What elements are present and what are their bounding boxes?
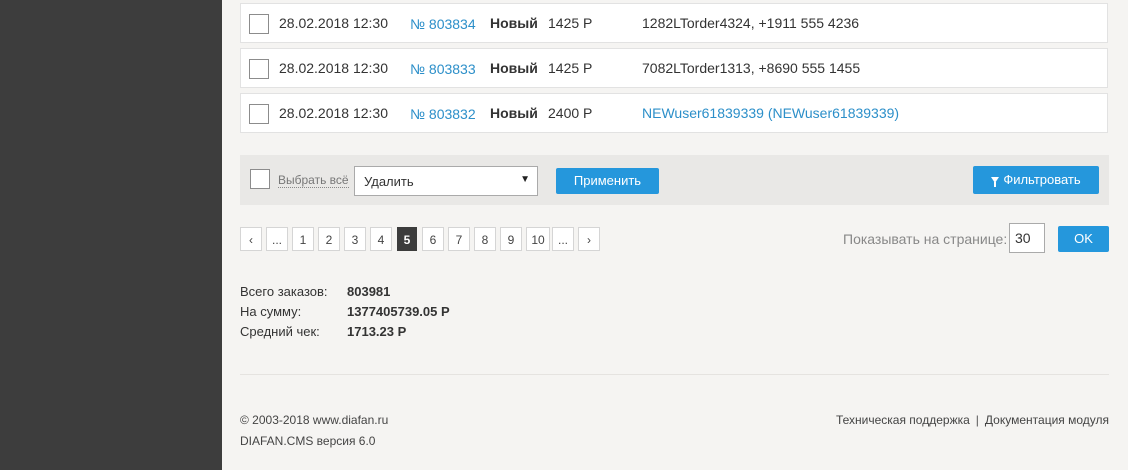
- next-page-button[interactable]: ›: [578, 227, 600, 251]
- group-action-value: Удалить: [364, 174, 414, 189]
- footer-divider: [240, 374, 1109, 375]
- average-check-value: 1713.23 Р: [347, 324, 407, 339]
- order-amount: 1425 Р: [548, 15, 593, 31]
- chevron-down-icon: ▼: [520, 174, 530, 185]
- page-link[interactable]: 7: [448, 227, 470, 251]
- total-orders-label: Всего заказов:: [240, 284, 328, 299]
- order-status: Новый: [490, 15, 538, 31]
- order-amount: 1425 Р: [548, 60, 593, 76]
- filter-icon: [991, 177, 1000, 187]
- group-action-select[interactable]: Удалить ▼: [354, 166, 538, 196]
- filter-button[interactable]: Фильтровать: [973, 166, 1099, 194]
- group-action-bar: Выбрать всё Удалить ▼ Применить Фильтров…: [240, 155, 1109, 205]
- per-page-label: Показывать на странице:: [843, 231, 1008, 247]
- orders-main: 28.02.2018 12:30 № 803834 Новый 1425 Р 1…: [240, 0, 1109, 470]
- order-row: 28.02.2018 12:30 № 803832 Новый 2400 Р N…: [240, 93, 1108, 133]
- order-status: Новый: [490, 105, 538, 121]
- order-customer: 7082LTorder1313, +8690 555 1455: [642, 60, 861, 76]
- average-check-label: Средний чек:: [240, 324, 320, 339]
- order-date: 28.02.2018 12:30: [279, 15, 388, 31]
- current-page: 5: [397, 227, 417, 251]
- footer-links: Техническая поддержка | Документация модул…: [836, 413, 1109, 427]
- per-page-input[interactable]: 30: [1009, 223, 1045, 253]
- ok-button-label: OK: [1074, 231, 1093, 246]
- total-sum-label: На сумму:: [240, 304, 302, 319]
- docs-link[interactable]: Документация модуля: [985, 413, 1109, 427]
- order-row: 28.02.2018 12:30 № 803833 Новый 1425 Р 7…: [240, 48, 1108, 88]
- order-customer: 1282LTorder4324, +1911 555 4236: [642, 15, 860, 31]
- page-link[interactable]: 6: [422, 227, 444, 251]
- page-link[interactable]: 2: [318, 227, 340, 251]
- page-link[interactable]: 1: [292, 227, 314, 251]
- sidebar: [0, 0, 222, 470]
- order-checkbox[interactable]: [249, 14, 269, 34]
- filter-button-label: Фильтровать: [1003, 172, 1081, 187]
- select-all-link[interactable]: Выбрать всё: [278, 173, 349, 188]
- order-amount: 2400 Р: [548, 105, 593, 121]
- order-number-link[interactable]: № 803833: [410, 61, 476, 77]
- page-ellipsis[interactable]: ...: [552, 227, 574, 251]
- apply-button-label: Применить: [573, 173, 642, 188]
- order-date: 28.02.2018 12:30: [279, 60, 388, 76]
- apply-button[interactable]: Применить: [556, 168, 659, 194]
- support-link[interactable]: Техническая поддержка: [836, 413, 970, 427]
- total-sum-value: 1377405739.05 Р: [347, 304, 450, 319]
- order-number-link[interactable]: № 803832: [410, 106, 476, 122]
- page-link[interactable]: 8: [474, 227, 496, 251]
- order-checkbox[interactable]: [249, 104, 269, 124]
- select-all-checkbox[interactable]: [250, 169, 270, 189]
- order-number-link[interactable]: № 803834: [410, 16, 476, 32]
- page-link[interactable]: 3: [344, 227, 366, 251]
- order-checkbox[interactable]: [249, 59, 269, 79]
- order-row: 28.02.2018 12:30 № 803834 Новый 1425 Р 1…: [240, 3, 1108, 43]
- total-orders-value: 803981: [347, 284, 391, 299]
- copyright: © 2003-2018 www.diafan.ru: [240, 413, 389, 427]
- page-link[interactable]: 9: [500, 227, 522, 251]
- footer-separator: |: [975, 413, 979, 427]
- page-link[interactable]: 4: [370, 227, 392, 251]
- per-page-ok-button[interactable]: OK: [1058, 226, 1109, 252]
- page-ellipsis[interactable]: ...: [266, 227, 288, 251]
- page-link[interactable]: 10: [526, 227, 550, 251]
- prev-page-button[interactable]: ‹: [240, 227, 262, 251]
- cms-version: DIAFAN.CMS версия 6.0: [240, 434, 376, 448]
- order-date: 28.02.2018 12:30: [279, 105, 388, 121]
- order-customer-link[interactable]: NEWuser61839339 (NEWuser61839339): [642, 105, 899, 121]
- order-status: Новый: [490, 60, 538, 76]
